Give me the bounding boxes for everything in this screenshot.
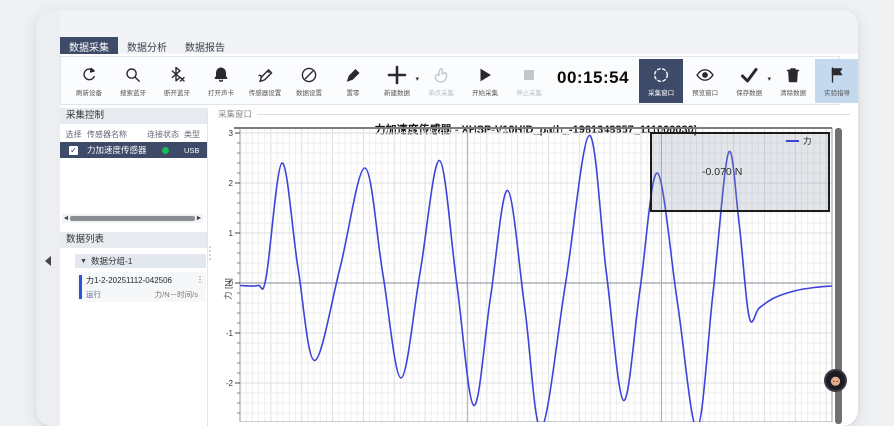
toolbar-single-point-collect-button[interactable]: 单点采集 [419,59,463,103]
bt-off-icon [168,65,186,85]
sensor-table-header: 选择传感器名称连接状态类型 [60,127,207,142]
acquisition-timer: 00:15:54 [557,68,629,88]
tab-analysis[interactable]: 数据分析 [118,37,176,54]
groupbox-label: 采集窗口 [218,108,252,120]
toolbar-label: 断开蓝牙 [164,87,190,97]
collect-control-header: 采集控制 [60,108,207,124]
column-header: 传感器名称 [87,129,147,140]
toolbar-save-data-button[interactable]: 保存数据▾ [727,59,771,103]
data-list-header: 数据列表 [60,232,207,248]
pen-icon [344,65,362,85]
toolbar-label: 保存数据 [736,87,762,97]
toolbar-sensor-settings-button[interactable]: 传感器设置 [243,59,287,103]
toolbar-label: 停止采集 [516,87,542,97]
groupbox-title-row: 采集窗口 [218,108,850,120]
app-window: 数据采集数据分析数据报告 刷新设备 搜索蓝牙 断开蓝牙 打开声卡 传感器设置 数据设置 置零… [36,10,858,426]
chart-panel: 采集窗口 力加速度传感器 - XHSP-V10HID_path_-1981348… [212,108,858,426]
toolbar-refresh-device-button[interactable]: 刷新设备 [67,59,111,103]
eye-icon [695,65,715,85]
toolbar-collect-window-button[interactable]: 采集窗口 [639,59,683,103]
flag-icon [828,65,846,85]
item-title: 力1-2-20251112-042506 [86,275,172,286]
status-dot [162,147,169,154]
toolbar-search-bluetooth-button[interactable]: 搜索蓝牙 [111,59,155,103]
toolbar-label: 采集窗口 [648,87,674,97]
toolbar-label: 传感器设置 [249,87,282,97]
toolbar-label: 实验指导 [824,87,850,97]
toolbar-label: 清除数据 [780,87,806,97]
toolbar: 刷新设备 搜索蓝牙 断开蓝牙 打开声卡 传感器设置 数据设置 置零 新建数据▾ 单点采集 开始采集… [60,56,840,105]
plus-icon [385,65,409,85]
toolbar-disconnect-bluetooth-button[interactable]: 断开蓝牙 [155,59,199,103]
toolbar-data-settings-button[interactable]: 数据设置 [287,59,331,103]
toolbar-label: 置零 [347,87,360,97]
sidebar-collapse-icon[interactable] [45,256,51,266]
column-header: 选择 [60,129,87,140]
sensor-row[interactable]: ✓ 力加速度传感器 USB [60,142,207,158]
toolbar-label: 预览窗口 [692,87,718,97]
svg-text:2: 2 [229,179,234,188]
scroll-right-icon[interactable]: ► [195,215,203,222]
svg-text:1: 1 [229,229,234,238]
toolbar-stop-collect-button[interactable]: 停止采集 [507,59,551,103]
play-icon [477,65,493,85]
stop-icon [521,65,537,85]
bell-icon [212,65,230,85]
circle-pen-icon [300,65,318,85]
main-tabs: 数据采集数据分析数据报告 [60,37,234,54]
toolbar-preview-window-button[interactable]: 预览窗口 [683,59,727,103]
toolbar-label: 搜索蓝牙 [120,87,146,97]
data-list-item[interactable]: 力1-2-20251112-042506 运行 力/N－时间/s ⋮ [77,272,206,302]
svg-text:-2: -2 [226,379,234,388]
toolbar-label: 数据设置 [296,87,322,97]
column-header: 连接状态 [147,129,184,140]
data-group-row[interactable]: ▼ 数据分组-1 [75,254,206,268]
data-group-label: 数据分组-1 [91,255,133,267]
search-icon [124,65,142,85]
scroll-left-icon[interactable]: ◄ [62,215,70,222]
groupbox-line [257,114,850,115]
toolbar-label: 新建数据 [384,87,410,97]
item-menu-icon[interactable]: ⋮ [196,275,204,284]
scrollbar-thumb[interactable] [70,216,195,221]
sensor-type: USB [184,146,206,155]
refresh-icon [80,65,98,85]
measurement-annotation: -0.070 N [702,166,742,178]
toolbar-set-zero-button[interactable]: 置零 [331,59,375,103]
item-status: 运行 [86,289,101,300]
svg-text:3: 3 [229,129,234,138]
horizontal-scrollbar[interactable]: ◄ ► [62,214,203,223]
item-accent-bar [79,275,82,299]
toolbar-start-collect-button[interactable]: 开始采集 [463,59,507,103]
collect-control-panel: 采集控制 选择传感器名称连接状态类型 ✓力加速度传感器USB ◄ ► 数据列表 … [60,108,208,426]
toolbar-clear-data-button[interactable]: 清除数据 [771,59,815,103]
dash-circle-icon [651,65,671,85]
avatar-face-icon [828,373,843,388]
tab-collect[interactable]: 数据采集 [60,37,118,54]
hand-pen-icon [256,65,274,85]
toolbar-open-soundcard-button[interactable]: 打开声卡 [199,59,243,103]
toolbar-label: 打开声卡 [208,87,234,97]
legend-line-swatch [786,140,799,142]
hand-ok-icon [432,65,450,85]
chart-legend: 力 [786,135,812,147]
toolbar-new-data-button[interactable]: 新建数据▾ [375,59,419,103]
svg-text:0: 0 [229,279,234,288]
left-chrome-strip [36,10,60,426]
sensor-name: 力加速度传感器 [87,144,147,156]
chevron-down-icon: ▼ [80,258,87,265]
toolbar-label: 开始采集 [472,87,498,97]
toolbar-label: 单点采集 [428,87,454,97]
trash-icon [785,65,801,85]
toolbar-experiment-guide-button[interactable]: 实验指导 [815,59,858,103]
svg-text:-1: -1 [226,329,234,338]
toolbar-label: 刷新设备 [76,87,102,97]
legend-label: 力 [803,135,812,147]
assistant-avatar-button[interactable] [824,369,847,392]
column-header: 类型 [184,129,206,140]
sensor-checkbox[interactable]: ✓ [69,146,78,155]
item-axes: 力/N－时间/s [155,289,198,300]
check-icon [739,65,759,85]
tab-report[interactable]: 数据报告 [176,37,234,54]
